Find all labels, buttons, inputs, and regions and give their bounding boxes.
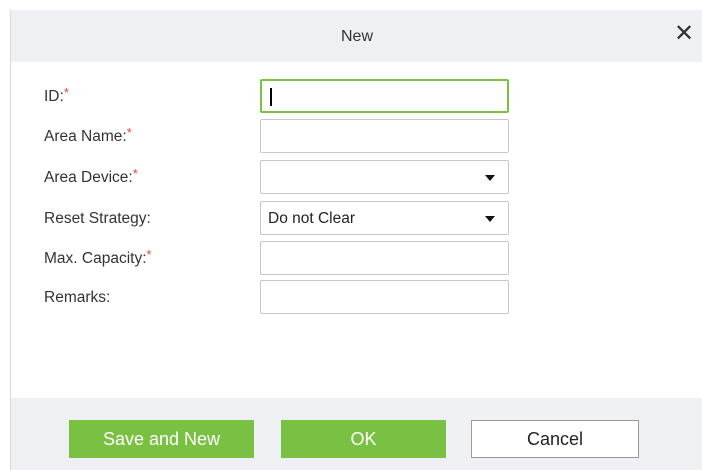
dialog-header: New ✕: [11, 10, 702, 62]
required-mark: *: [63, 85, 69, 100]
field-label-remarks: Remarks:: [44, 289, 111, 306]
required-mark: *: [126, 125, 132, 140]
field-label-area-name: Area Name:*: [44, 125, 132, 145]
area-name-input[interactable]: [260, 119, 509, 153]
ok-button[interactable]: OK: [281, 420, 446, 458]
required-mark: *: [132, 166, 138, 181]
field-label-max-capacity: Max. Capacity:*: [44, 247, 152, 267]
close-icon[interactable]: ✕: [671, 21, 697, 47]
form-row-remarks: Remarks:: [11, 280, 702, 316]
dialog-title: New: [340, 28, 373, 45]
area-device-select[interactable]: [260, 160, 509, 194]
form-row-area-device: Area Device:*: [11, 160, 702, 196]
form-row-id: ID:*: [11, 79, 702, 115]
text-cursor: [270, 88, 272, 106]
id-input[interactable]: [260, 79, 509, 113]
field-label-area-device: Area Device:*: [44, 166, 138, 186]
dialog-footer: Save and New OK Cancel: [11, 398, 702, 470]
chevron-down-icon[interactable]: [485, 175, 495, 181]
remarks-input[interactable]: [260, 280, 509, 314]
field-label-id: ID:*: [44, 85, 69, 105]
required-mark: *: [146, 247, 152, 262]
form-row-area-name: Area Name:*: [11, 119, 702, 155]
cancel-button[interactable]: Cancel: [471, 420, 639, 458]
form-row-reset-strategy: Reset Strategy: Do not Clear: [11, 201, 702, 237]
field-label-reset-strategy: Reset Strategy:: [44, 210, 151, 227]
new-area-dialog: New ✕ ID:* Area Name:* Area Device:* Res…: [10, 10, 702, 470]
save-and-new-button[interactable]: Save and New: [69, 420, 254, 458]
reset-strategy-value: Do not Clear: [268, 210, 356, 227]
reset-strategy-select[interactable]: Do not Clear: [260, 201, 509, 235]
chevron-down-icon[interactable]: [485, 216, 495, 222]
max-capacity-input[interactable]: [260, 241, 509, 275]
form-row-max-capacity: Max. Capacity:*: [11, 241, 702, 277]
